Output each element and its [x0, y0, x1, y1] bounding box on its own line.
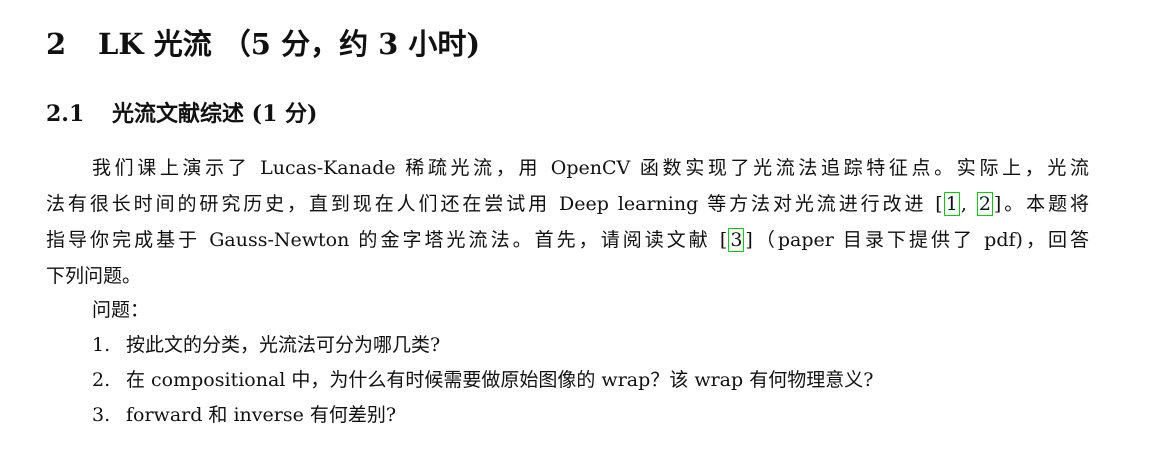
body-paragraph: 我们课上演示了 Lucas-Kanade 稀疏光流，用 OpenCV 函数实现了…	[46, 150, 1089, 294]
citation-link-2[interactable]: 2	[976, 192, 993, 216]
paragraph-line-1: 我们课上演示了 Lucas-Kanade 稀疏光流，用 OpenCV 函数实现了…	[92, 157, 1089, 179]
subsection-heading: 2.1 光流文献综述 (1 分)	[46, 98, 317, 130]
question-list: 1. 按此文的分类，光流法可分为哪几类? 2. 在 compositional 中，…	[92, 328, 873, 433]
section-heading: 2 LK 光流 （5 分，约 3 小时)	[46, 24, 480, 64]
list-item-number: 1.	[92, 334, 111, 356]
paragraph-line-3: 指导你完成基于 Gauss-Newton 的金字塔光流法。首先，请阅读文献 [3…	[46, 222, 1089, 258]
line2-text-b: ]。本题将	[993, 193, 1089, 215]
citation-link-1[interactable]: 1	[943, 192, 960, 216]
line2-text-a: 法有很长时间的研究历史，直到现在人们还在尝试用 Deep learning 等方…	[46, 193, 943, 215]
subsection-title: 光流文献综述 (1 分)	[112, 101, 318, 127]
list-item-text: 在 compositional 中，为什么有时候需要做原始图像的 wrap？该 …	[126, 369, 874, 391]
questions-heading: 问题：	[92, 299, 150, 321]
section-number: 2	[46, 27, 67, 61]
list-item: 1. 按此文的分类，光流法可分为哪几类?	[92, 328, 873, 363]
list-item-number: 3.	[92, 404, 111, 426]
list-item: 3. forward 和 inverse 有何差别?	[92, 398, 873, 433]
list-item-text: 按此文的分类，光流法可分为哪几类?	[126, 334, 441, 356]
citation-separator: ,	[960, 193, 976, 215]
list-item: 2. 在 compositional 中，为什么有时候需要做原始图像的 wrap？…	[92, 363, 873, 398]
paragraph-line-4: 下列问题。	[46, 265, 142, 287]
list-item-text: forward 和 inverse 有何差别?	[126, 404, 397, 426]
subsection-number: 2.1	[46, 101, 85, 127]
paragraph-line-2: 法有很长时间的研究历史，直到现在人们还在尝试用 Deep learning 等方…	[46, 186, 1089, 222]
section-title: LK 光流 （5 分，约 3 小时)	[98, 27, 481, 61]
citation-link-3[interactable]: 3	[728, 228, 745, 252]
list-item-number: 2.	[92, 369, 111, 391]
line3-text-a: 指导你完成基于 Gauss-Newton 的金字塔光流法。首先，请阅读文献 [	[46, 229, 728, 251]
line3-text-b: ]（paper 目录下提供了 pdf)，回答	[745, 229, 1090, 251]
